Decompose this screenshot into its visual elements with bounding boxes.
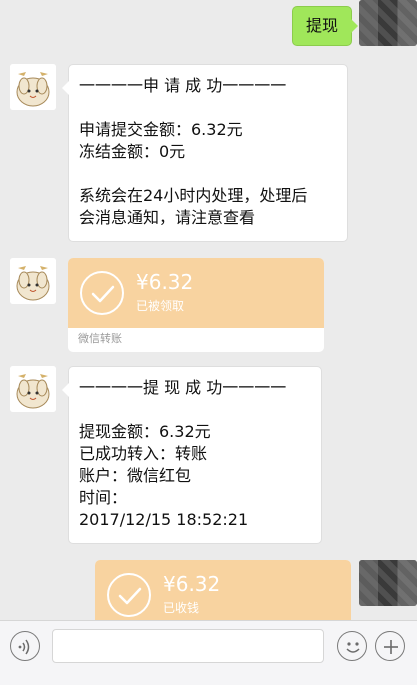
transfer-card[interactable]: ¥6.32 已被领取 微信转账 (68, 258, 324, 352)
withdraw-time-value: 2017/12/15 18:52:21 (79, 510, 249, 529)
message-input[interactable] (52, 629, 324, 663)
withdraw-account: 账户：微信红包 (79, 466, 192, 485)
plus-button[interactable] (375, 631, 405, 661)
apply-frozen: 冻结金额：0元 (79, 142, 186, 161)
apply-success-bubble[interactable]: 一一一一申 请 成 功一一一一 申请提交金额：6.32元 冻结金额：0元 系统会… (62, 64, 348, 242)
transfer-status: 已收钱 (163, 601, 200, 615)
emoji-icon (346, 642, 360, 653)
apply-amount: 申请提交金额：6.32元 (79, 120, 243, 139)
voice-button[interactable] (10, 631, 40, 661)
withdraw-header: 一一一一提 现 成 功一一一一 (79, 378, 287, 397)
transfer-amount: ¥6.32 (163, 572, 221, 596)
my-message-bubble[interactable]: 提现 (292, 6, 358, 46)
emoji-button[interactable] (337, 631, 367, 661)
voice-icon (18, 639, 30, 655)
transfer-status: 已被领取 (136, 299, 185, 313)
apply-notice-1: 系统会在24小时内处理，处理后 (79, 186, 308, 205)
apply-notice-2: 会消息通知，请注意查看 (79, 208, 256, 227)
apply-header: 一一一一申 请 成 功一一一一 (79, 76, 287, 95)
bot-avatar-image (10, 366, 56, 412)
plus-icon (384, 640, 398, 654)
withdraw-success-bubble[interactable]: 一一一一提 现 成 功一一一一 提现金额：6.32元 已成功转入：转账 账户：微… (62, 366, 322, 544)
input-bar (0, 620, 417, 685)
my-avatar[interactable] (359, 0, 417, 46)
bot-avatar[interactable] (10, 366, 56, 412)
my-avatar[interactable] (359, 560, 417, 606)
bot-avatar[interactable] (10, 258, 56, 304)
withdraw-time-label: 时间： (79, 488, 128, 507)
withdraw-amount: 提现金额：6.32元 (79, 422, 211, 441)
bot-avatar-image (10, 64, 56, 110)
bot-avatar[interactable] (10, 64, 56, 110)
bot-avatar-image (10, 258, 56, 304)
chat-area[interactable]: 提现 一一一一申 请 成 功一一一一 申请提交金额：6.32元 冻结金额：0元 … (0, 0, 417, 620)
transfer-amount: ¥6.32 (136, 270, 194, 294)
check-icon (80, 271, 124, 315)
my-message-text: 提现 (305, 16, 338, 35)
transfer-card-body: ¥6.32 已被领取 (68, 258, 324, 328)
transfer-footer: 微信转账 (78, 332, 122, 345)
withdraw-to: 已成功转入：转账 (79, 444, 208, 463)
transfer-card-body: ¥6.32 已收钱 (95, 560, 351, 620)
transfer-card[interactable]: ¥6.32 已收钱 (95, 560, 351, 620)
check-icon (107, 573, 151, 617)
